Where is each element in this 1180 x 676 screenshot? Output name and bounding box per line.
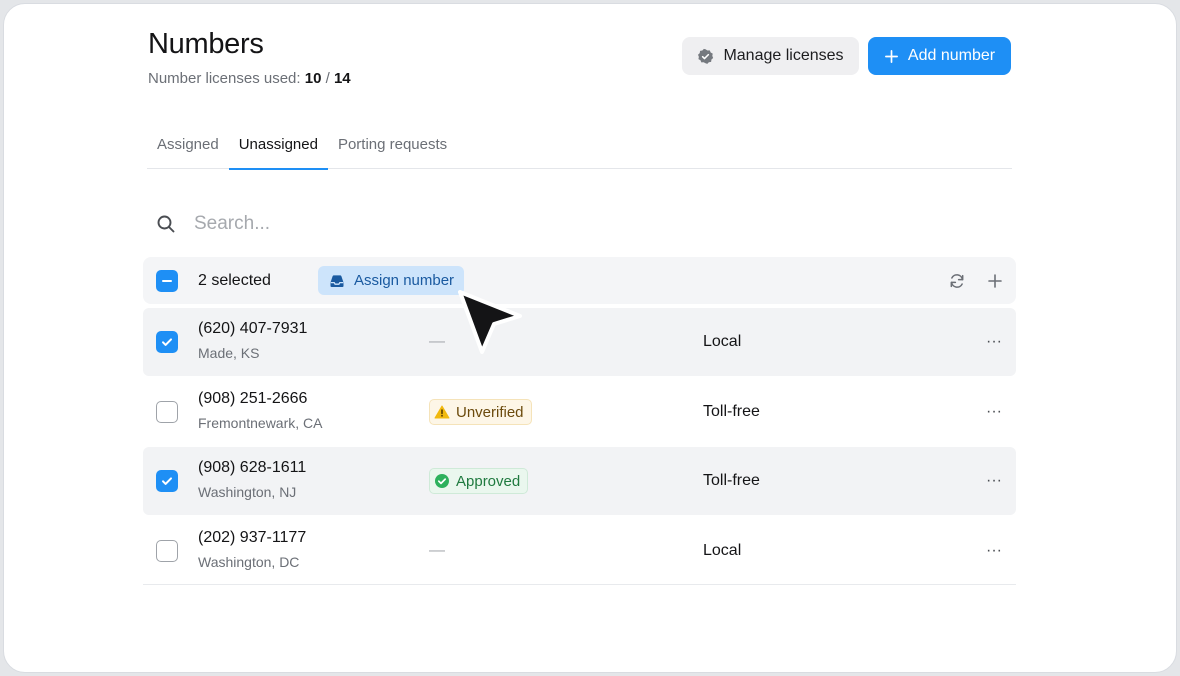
inbox-icon [328,273,346,289]
table-row[interactable]: (908) 628-1611 Washington, NJ Approved T… [143,447,1016,515]
tab-assigned[interactable]: Assigned [147,128,229,169]
plus-icon [884,49,899,64]
manage-licenses-button[interactable]: Manage licenses [682,37,859,75]
phone-number: (908) 251-2666 [198,390,308,407]
phone-number: (908) 628-1611 [198,459,307,476]
selection-toolbar: 2 selected Assign number [143,257,1016,304]
tab-unassigned[interactable]: Unassigned [228,128,329,170]
tab-bar: Assigned Unassigned Porting requests [147,128,1012,170]
search-icon [156,214,176,234]
number-type: Toll-free [703,403,760,420]
tab-porting-requests[interactable]: Porting requests [328,128,457,169]
assign-number-button[interactable]: Assign number [318,266,465,295]
license-total: 14 [333,70,351,87]
status-badge: Approved [429,468,529,494]
number-type: Local [703,333,742,350]
row-checkbox[interactable] [156,540,178,562]
status-label: Approved [456,472,521,490]
page-title: Numbers [148,28,264,60]
manage-licenses-label: Manage licenses [723,47,844,64]
table-row[interactable]: (620) 407-7931 Made, KS — Local ··· [143,308,1016,376]
more-icon[interactable]: ··· [983,540,1005,562]
check-circle-icon [434,473,450,489]
status-empty: — [429,333,445,350]
search-bar [156,208,656,240]
number-type: Toll-free [703,472,760,489]
license-usage: Number licenses used: 10 / 14 [148,70,351,87]
status-label: Unverified [456,403,524,421]
more-icon[interactable]: ··· [983,401,1005,423]
more-icon[interactable]: ··· [983,470,1005,492]
warning-icon [434,405,450,419]
status-empty: — [429,541,445,559]
search-input[interactable] [194,213,594,235]
phone-number: (620) 407-7931 [198,320,308,337]
row-checkbox[interactable] [156,401,178,423]
status-badge: Unverified [429,399,532,425]
refresh-icon[interactable] [947,271,967,291]
assign-number-label: Assign number [354,272,455,289]
check-icon [160,474,174,488]
phone-location: Washington, DC [198,554,300,570]
number-type: Local [703,541,742,559]
row-checkbox[interactable] [156,331,178,353]
cursor-arrow [458,290,522,354]
minus-icon [161,275,173,287]
add-number-label: Add number [907,47,996,64]
license-used: 10 [304,70,322,87]
selected-count: 2 selected [198,271,271,289]
license-label: Number licenses used: [148,70,301,87]
add-number-button[interactable]: Add number [868,37,1011,75]
more-icon[interactable]: ··· [983,331,1005,353]
phone-location: Fremontnewark, CA [198,415,323,431]
table-row[interactable]: (908) 251-2666 Fremontnewark, CA Unverif… [143,378,1016,446]
phone-location: Made, KS [198,345,260,361]
phone-location: Washington, NJ [198,484,297,500]
check-icon [160,335,174,349]
table-row[interactable]: (202) 937-1177 Washington, DC — Local ··… [143,517,1016,585]
license-separator: / [325,70,330,87]
settings-badge-icon [697,48,714,65]
phone-number: (202) 937-1177 [198,529,307,546]
row-checkbox[interactable] [156,470,178,492]
add-icon[interactable] [985,271,1005,291]
app-window: Numbers Number licenses used: 10 / 14 Ma… [3,3,1177,673]
select-all-checkbox[interactable] [156,270,178,292]
